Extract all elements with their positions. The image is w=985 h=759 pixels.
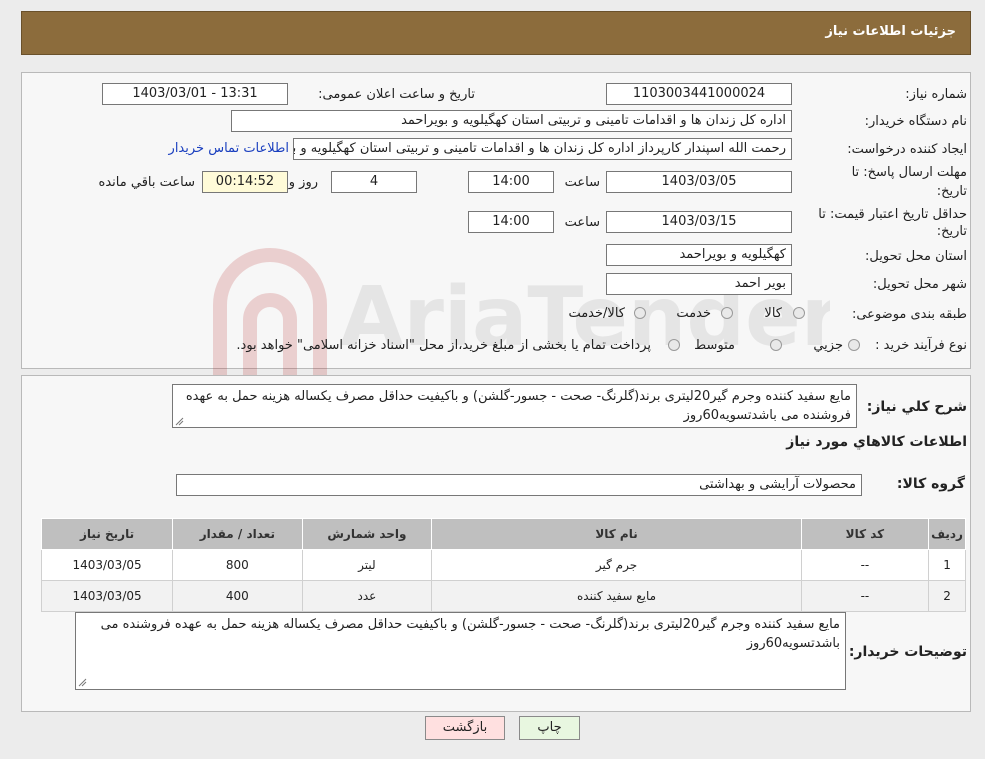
category-option-goods-service: کالا/خدمت — [568, 306, 625, 321]
table-row: 2 -- مایع سفید کننده عدد 400 1403/03/05 — [40, 580, 966, 612]
remaining-label: ساعت باقي مانده — [98, 175, 195, 190]
summary-resize-grip-icon[interactable] — [175, 417, 184, 426]
process-option-medium: متوسط — [694, 338, 735, 353]
process-label: نوع فرآیند خرید : — [875, 338, 967, 353]
category-radio-goods-service[interactable] — [634, 307, 646, 319]
province-label: استان محل تحویل: — [865, 249, 967, 264]
table-header-row: رديف کد کالا نام کالا واحد شمارش تعداد /… — [40, 518, 966, 550]
col-unit: واحد شمارش — [301, 518, 433, 550]
need-number-label: شماره نیاز: — [905, 87, 967, 102]
province-field: کهگیلویه و بویراحمد — [606, 244, 792, 266]
validity-label-date: تاریخ: — [936, 224, 967, 239]
col-item-name: نام کالا — [431, 518, 802, 550]
category-option-service: خدمت — [676, 306, 711, 321]
buyer-notes-label: توضیحات خریدار: — [848, 644, 967, 660]
unit-cell: لیتر — [301, 549, 433, 581]
process-note: پرداخت تمام یا بخشی از مبلغ خرید،از محل … — [236, 338, 651, 353]
print-button[interactable]: چاپ — [519, 716, 580, 740]
process-radio-medium[interactable] — [770, 339, 782, 351]
treasury-checkbox[interactable] — [668, 339, 680, 351]
deadline-time-field: 14:00 — [468, 171, 554, 193]
summary-label: شرح کلي نياز: — [866, 399, 967, 415]
validity-date-field: 1403/03/15 — [606, 211, 792, 233]
row-number-cell: 1 — [928, 549, 966, 581]
buyer-contact-link[interactable]: اطلاعات تماس خریدار — [169, 141, 289, 156]
city-label: شهر محل تحویل: — [872, 277, 967, 292]
col-quantity: تعداد / مقدار — [172, 518, 303, 550]
need-date-cell: 1403/03/05 — [40, 549, 174, 581]
category-option-goods: کالا — [764, 306, 782, 321]
page-header: جزئیات اطلاعات نیاز — [21, 11, 971, 55]
quantity-cell: 400 — [172, 580, 303, 612]
unit-cell: عدد — [301, 580, 433, 612]
items-section-title: اطلاعات کالاهاي مورد نياز — [786, 434, 967, 450]
group-field: محصولات آرایشی و بهداشتی — [176, 474, 862, 496]
creator-label: ایجاد کننده درخواست: — [847, 142, 967, 157]
validity-time-field: 14:00 — [468, 211, 554, 233]
deadline-label: مهلت ارسال پاسخ: تا — [851, 165, 967, 180]
days-field: 4 — [331, 171, 417, 193]
process-option-small: جزيي — [813, 338, 843, 353]
deadline-time-label: ساعت — [564, 175, 600, 190]
deadline-label-date: تاریخ: — [936, 184, 967, 199]
page-title: جزئیات اطلاعات نیاز — [825, 24, 956, 39]
announce-field: 1403/03/01 - 13:31 — [102, 83, 288, 105]
city-field: بویر احمد — [606, 273, 792, 295]
summary-textarea[interactable]: مایع سفید کننده وجرم گیر20لیتری برند(گلر… — [172, 384, 857, 428]
announce-label: تاریخ و ساعت اعلان عمومی: — [318, 87, 475, 102]
category-radio-service[interactable] — [721, 307, 733, 319]
col-row-number: رديف — [928, 518, 966, 550]
buyer-org-label: نام دستگاه خریدار: — [864, 114, 967, 129]
remaining-time-field: 00:14:52 — [202, 171, 288, 193]
row-number-cell: 2 — [928, 580, 966, 612]
category-label: طبقه بندی موضوعی: — [851, 307, 967, 322]
category-radio-goods[interactable] — [793, 307, 805, 319]
buyer-org-field: اداره کل زندان ها و اقدامات تامینی و ترب… — [231, 110, 792, 132]
item-name-cell: جرم گیر — [431, 549, 802, 581]
validity-label: حداقل تاریخ اعتبار قیمت: تا — [818, 207, 967, 222]
buyer-notes-resize-grip-icon[interactable] — [78, 678, 87, 687]
item-code-cell: -- — [800, 580, 930, 612]
items-table: رديف کد کالا نام کالا واحد شمارش تعداد /… — [40, 518, 966, 612]
table-row: 1 -- جرم گیر لیتر 800 1403/03/05 — [40, 549, 966, 581]
back-button[interactable]: بازگشت — [425, 716, 505, 740]
buyer-notes-textarea[interactable]: مایع سفید کننده وجرم گیر20لیتری برند(گلر… — [75, 612, 846, 690]
validity-time-label: ساعت — [564, 215, 600, 230]
need-date-cell: 1403/03/05 — [40, 580, 174, 612]
deadline-date-field: 1403/03/05 — [606, 171, 792, 193]
group-label: گروه کالا: — [896, 476, 965, 492]
col-need-date: تاریخ نیاز — [40, 518, 174, 550]
col-item-code: کد کالا — [800, 518, 930, 550]
days-label: روز و — [288, 175, 318, 190]
need-number-field: 1103003441000024 — [606, 83, 792, 105]
item-code-cell: -- — [800, 549, 930, 581]
quantity-cell: 800 — [172, 549, 303, 581]
process-radio-small[interactable] — [848, 339, 860, 351]
item-name-cell: مایع سفید کننده — [431, 580, 802, 612]
creator-field: رحمت الله اسپندار کارپرداز اداره کل زندا… — [293, 138, 792, 160]
